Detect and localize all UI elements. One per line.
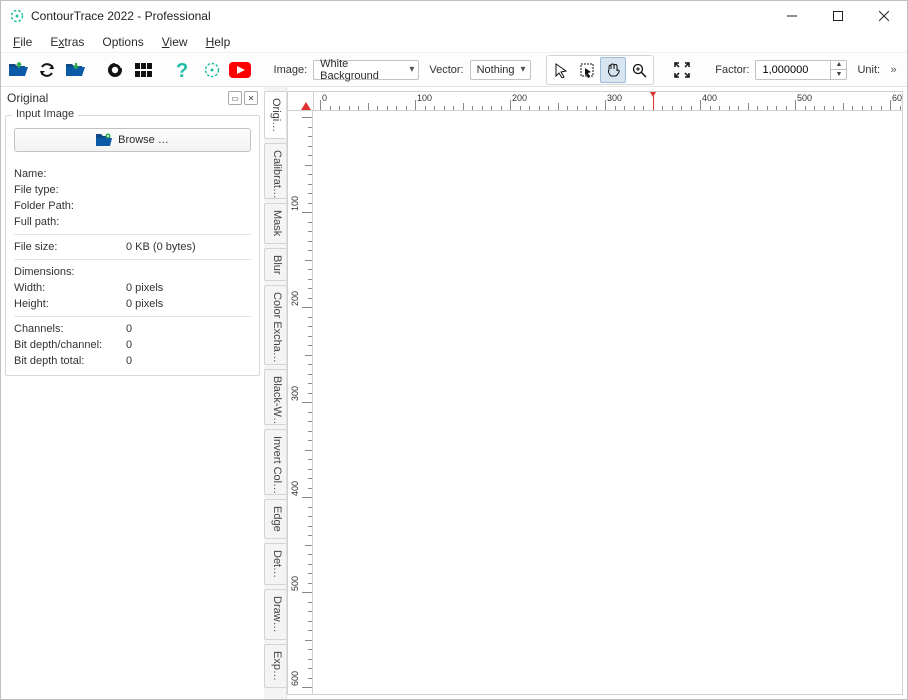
- ruler-horizontal[interactable]: 0100200300400500600: [313, 91, 903, 111]
- input-image-section: Input Image Browse … Name: File type: Fo…: [5, 115, 260, 376]
- left-panel: Original ▭ ✕ Input Image Browse … Name: …: [1, 87, 264, 699]
- name-v: [126, 168, 251, 180]
- titlebar: ContourTrace 2022 - Professional: [1, 1, 907, 31]
- factor-spin-up[interactable]: ▲: [831, 61, 846, 70]
- vector-dropdown-value: Nothing: [477, 64, 515, 76]
- menu-extras[interactable]: Extras: [42, 33, 92, 51]
- filetype-k: File type:: [14, 184, 126, 196]
- svg-text:?: ?: [176, 60, 188, 80]
- vtab-color-exchange[interactable]: Color Excha…: [264, 285, 286, 365]
- factor-spinbox[interactable]: ▲ ▼: [755, 60, 847, 80]
- height-v: 0 pixels: [126, 298, 251, 310]
- vtab-detect[interactable]: Det…: [264, 543, 286, 585]
- panel-close-button[interactable]: ✕: [244, 91, 258, 105]
- vtab-draw[interactable]: Draw…: [264, 589, 286, 640]
- batch-button[interactable]: [132, 57, 156, 83]
- vtab-invert-colors[interactable]: Invert Col…: [264, 429, 286, 495]
- select-area-tool[interactable]: [574, 57, 600, 83]
- filesize-v: 0 KB (0 bytes): [126, 241, 251, 253]
- section-title: Input Image: [12, 108, 78, 120]
- folder-v: [126, 200, 251, 212]
- ruler-vertical[interactable]: 100200300400500600: [287, 111, 313, 695]
- chevron-down-icon: ▾: [521, 64, 526, 75]
- canvas[interactable]: [313, 111, 903, 695]
- vtab-original[interactable]: Origi…: [264, 91, 286, 139]
- panel-title: Original: [7, 91, 48, 105]
- channels-k: Channels:: [14, 323, 126, 335]
- vtab-blur[interactable]: Blur: [264, 248, 286, 282]
- panel-header: Original ▭ ✕: [5, 91, 260, 107]
- content-area: Original ▭ ✕ Input Image Browse … Name: …: [1, 87, 907, 699]
- menu-help[interactable]: Help: [198, 33, 239, 51]
- unit-label: Unit:: [857, 64, 880, 76]
- panel-detach-button[interactable]: ▭: [228, 91, 242, 105]
- menu-options[interactable]: Options: [94, 33, 151, 51]
- menu-view[interactable]: View: [154, 33, 196, 51]
- ruler-origin-corner: [287, 91, 313, 111]
- vtab-export[interactable]: Exp…: [264, 644, 286, 688]
- toolbar: ? Image: White Background ▾ Vector: Noth…: [1, 53, 907, 87]
- fullpath-v: [126, 216, 251, 228]
- width-v: 0 pixels: [126, 282, 251, 294]
- vtab-black-white[interactable]: Black-W…: [264, 369, 286, 425]
- factor-input[interactable]: [762, 64, 830, 76]
- canvas-area: 0100200300400500600 100200300400500600: [286, 87, 907, 699]
- youtube-button[interactable]: [228, 57, 252, 83]
- vtab-edge[interactable]: Edge: [264, 499, 286, 539]
- vector-label: Vector:: [429, 64, 463, 76]
- minimize-button[interactable]: [769, 1, 815, 31]
- bpt-k: Bit depth total:: [14, 355, 126, 367]
- bpc-k: Bit depth/channel:: [14, 339, 126, 351]
- panel-header-buttons: ▭ ✕: [228, 91, 258, 105]
- fullpath-k: Full path:: [14, 216, 126, 228]
- factor-spin-buttons: ▲ ▼: [830, 61, 846, 79]
- refresh-button[interactable]: [35, 57, 59, 83]
- factor-label: Factor:: [715, 64, 749, 76]
- vtab-calibration[interactable]: Calibrat…: [264, 143, 286, 199]
- vtab-mask[interactable]: Mask: [264, 203, 286, 243]
- image-dropdown-value: White Background: [320, 58, 403, 82]
- browse-label: Browse …: [118, 134, 169, 146]
- channels-v: 0: [126, 323, 251, 335]
- filetype-v: [126, 184, 251, 196]
- height-k: Height:: [14, 298, 126, 310]
- window-buttons: [769, 1, 907, 31]
- help-button[interactable]: ?: [171, 57, 195, 83]
- bpt-v: 0: [126, 355, 251, 367]
- fit-button[interactable]: [670, 57, 694, 83]
- cursor-marker-icon: [301, 102, 311, 110]
- zoom-tool[interactable]: [626, 57, 652, 83]
- about-button[interactable]: [200, 57, 224, 83]
- folder-k: Folder Path:: [14, 200, 126, 212]
- window-title: ContourTrace 2022 - Professional: [31, 9, 211, 23]
- image-dropdown[interactable]: White Background ▾: [313, 60, 419, 80]
- pan-tool[interactable]: [600, 57, 626, 83]
- app-window: ContourTrace 2022 - Professional File Ex…: [0, 0, 908, 700]
- menu-file[interactable]: File: [5, 33, 40, 51]
- mouse-tool-group: [546, 55, 654, 85]
- image-label: Image:: [274, 64, 308, 76]
- menubar: File Extras Options View Help: [1, 31, 907, 53]
- toolbar-overflow[interactable]: »: [886, 64, 901, 76]
- width-k: Width:: [14, 282, 126, 294]
- factor-spin-down[interactable]: ▼: [831, 70, 846, 79]
- dimensions-k: Dimensions:: [14, 266, 126, 278]
- browse-button[interactable]: Browse …: [14, 128, 251, 152]
- vertical-tabs: Origi… Calibrat… Mask Blur Color Excha… …: [264, 87, 286, 699]
- app-icon: [9, 8, 25, 24]
- open-folder-button[interactable]: [7, 57, 31, 83]
- pointer-tool[interactable]: [548, 57, 574, 83]
- bpc-v: 0: [126, 339, 251, 351]
- chevron-down-icon: ▾: [409, 64, 414, 75]
- close-button[interactable]: [861, 1, 907, 31]
- folder-icon: [96, 133, 112, 147]
- save-button[interactable]: [64, 57, 88, 83]
- name-k: Name:: [14, 168, 126, 180]
- maximize-button[interactable]: [815, 1, 861, 31]
- camera-button[interactable]: [103, 57, 127, 83]
- vector-dropdown[interactable]: Nothing ▾: [470, 60, 531, 80]
- filesize-k: File size:: [14, 241, 126, 253]
